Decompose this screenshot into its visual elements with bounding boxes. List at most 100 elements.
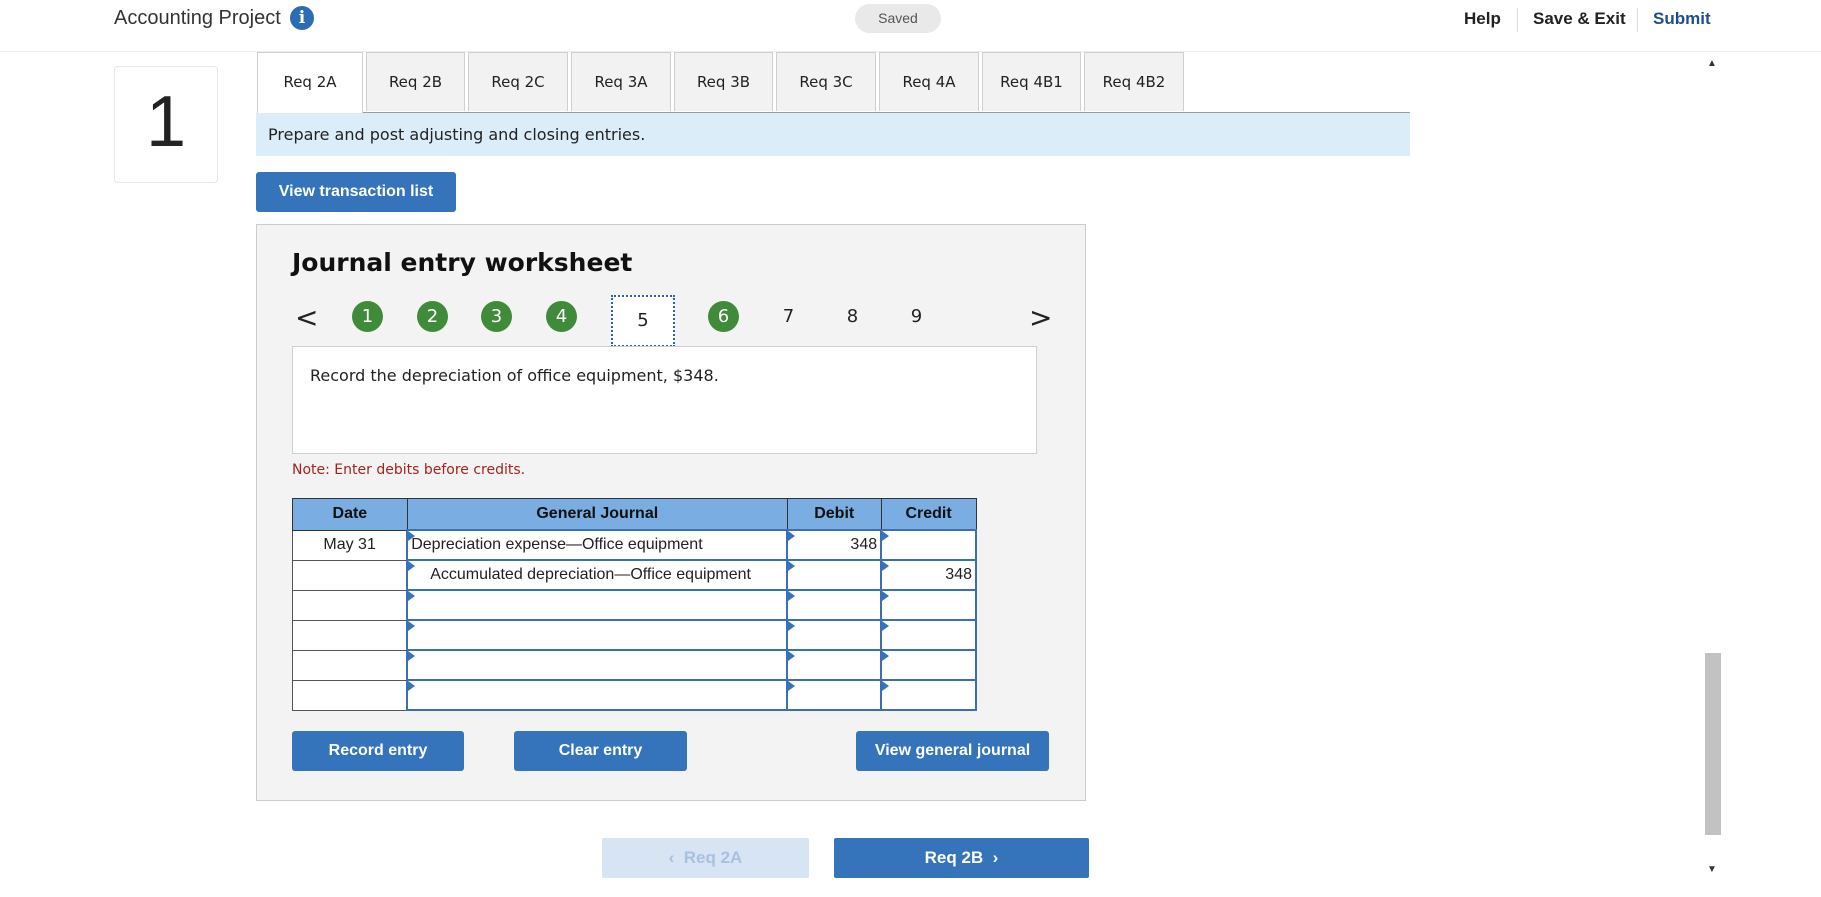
table-row xyxy=(292,589,977,621)
debit-value: 348 xyxy=(850,536,878,553)
table-row xyxy=(292,679,977,711)
tab-req-4a[interactable]: Req 4A xyxy=(879,52,979,111)
transaction-description-text: Record the depreciation of office equipm… xyxy=(310,366,719,385)
save-exit-link[interactable]: Save & Exit xyxy=(1533,9,1626,29)
credit-cell[interactable]: 348 xyxy=(880,559,977,591)
tab-req-3b[interactable]: Req 3B xyxy=(674,52,773,111)
input-indicator-icon xyxy=(882,561,890,571)
date-cell[interactable] xyxy=(292,589,408,621)
step-1[interactable]: 1 xyxy=(352,301,383,332)
tab-req-4b2[interactable]: Req 4B2 xyxy=(1084,52,1184,111)
step-5-current[interactable]: 5 xyxy=(611,295,675,347)
prev-requirement-label: Req 2A xyxy=(683,848,743,867)
input-indicator-icon xyxy=(882,531,890,541)
top-bar: Accounting Project i Saved Help Save & E… xyxy=(0,0,1821,52)
account-cell[interactable] xyxy=(406,649,789,681)
info-icon[interactable]: i xyxy=(290,6,314,30)
table-row: May 31 Depreciation expense—Office equip… xyxy=(292,529,977,561)
debit-cell[interactable] xyxy=(786,619,883,651)
input-indicator-icon xyxy=(788,681,796,691)
step-8[interactable]: 8 xyxy=(837,301,868,332)
saved-status-badge: Saved xyxy=(855,4,941,33)
chevron-right-icon[interactable]: > xyxy=(1029,301,1052,334)
general-journal-column-header: General Journal xyxy=(406,498,788,531)
input-indicator-icon xyxy=(788,561,796,571)
credit-cell[interactable] xyxy=(880,679,977,711)
tab-req-2b[interactable]: Req 2B xyxy=(366,52,465,111)
input-indicator-icon xyxy=(788,621,796,631)
debit-column-header: Debit xyxy=(786,498,882,531)
step-2[interactable]: 2 xyxy=(417,301,448,332)
dropdown-indicator-icon xyxy=(408,681,416,691)
credit-cell[interactable] xyxy=(880,619,977,651)
scroll-up-icon[interactable]: ▲ xyxy=(1707,58,1717,69)
scroll-down-icon[interactable]: ▼ xyxy=(1707,864,1717,875)
worksheet-title: Journal entry worksheet xyxy=(292,248,633,277)
debit-cell[interactable] xyxy=(786,589,883,621)
table-row xyxy=(292,619,977,651)
date-cell[interactable] xyxy=(292,559,408,591)
account-cell[interactable]: Depreciation expense—Office equipment xyxy=(406,529,789,561)
instruction-bar: Prepare and post adjusting and closing e… xyxy=(256,113,1410,156)
scrollbar-thumb[interactable] xyxy=(1705,653,1721,835)
dropdown-indicator-icon xyxy=(408,651,416,661)
debit-cell[interactable] xyxy=(786,649,883,681)
divider xyxy=(1517,8,1518,32)
credit-cell[interactable] xyxy=(880,529,977,561)
next-requirement-label: Req 2B xyxy=(924,848,984,867)
debit-cell[interactable]: 348 xyxy=(786,529,883,561)
step-7[interactable]: 7 xyxy=(773,301,804,332)
chevron-left-icon: ‹ xyxy=(668,848,684,867)
table-row xyxy=(292,649,977,681)
question-number: 1 xyxy=(145,82,187,162)
input-indicator-icon xyxy=(882,621,890,631)
view-transaction-list-button[interactable]: View transaction list xyxy=(256,172,456,212)
account-cell[interactable] xyxy=(406,619,789,651)
account-cell[interactable] xyxy=(406,589,789,621)
tab-req-3c[interactable]: Req 3C xyxy=(776,52,876,111)
table-header-row: Date General Journal Debit Credit xyxy=(292,498,977,531)
debit-cell[interactable] xyxy=(786,559,883,591)
divider xyxy=(1637,8,1638,32)
view-general-journal-button[interactable]: View general journal xyxy=(856,731,1049,771)
credit-cell[interactable] xyxy=(880,589,977,621)
input-indicator-icon xyxy=(788,651,796,661)
tab-req-2c[interactable]: Req 2C xyxy=(468,52,568,111)
account-name: Depreciation expense—Office equipment xyxy=(411,536,703,553)
account-cell[interactable] xyxy=(406,679,789,711)
date-cell[interactable] xyxy=(292,679,408,711)
input-indicator-icon xyxy=(882,651,890,661)
record-entry-button[interactable]: Record entry xyxy=(292,731,464,771)
next-requirement-button[interactable]: Req 2B › xyxy=(834,838,1089,878)
chevron-right-icon: › xyxy=(983,848,999,867)
credit-column-header: Credit xyxy=(880,498,977,531)
input-indicator-icon xyxy=(882,681,890,691)
help-link[interactable]: Help xyxy=(1464,9,1501,29)
date-cell[interactable]: May 31 xyxy=(292,529,408,561)
dropdown-indicator-icon xyxy=(408,561,416,571)
tab-req-3a[interactable]: Req 3A xyxy=(571,52,671,111)
step-3[interactable]: 3 xyxy=(481,301,512,332)
step-6[interactable]: 6 xyxy=(708,301,739,332)
entry-note: Note: Enter debits before credits. xyxy=(292,462,526,478)
debit-cell[interactable] xyxy=(786,679,883,711)
chevron-left-icon[interactable]: < xyxy=(295,301,318,334)
step-4[interactable]: 4 xyxy=(546,301,577,332)
input-indicator-icon xyxy=(788,591,796,601)
submit-link[interactable]: Submit xyxy=(1653,9,1711,29)
journal-table: Date General Journal Debit Credit May 31… xyxy=(292,498,977,711)
date-cell[interactable] xyxy=(292,619,408,651)
tab-req-4b1[interactable]: Req 4B1 xyxy=(982,52,1081,111)
date-cell[interactable] xyxy=(292,649,408,681)
tab-req-2a[interactable]: Req 2A xyxy=(257,52,363,113)
dropdown-indicator-icon xyxy=(408,621,416,631)
credit-cell[interactable] xyxy=(880,649,977,681)
account-cell[interactable]: Accumulated depreciation—Office equipmen… xyxy=(406,559,789,591)
prev-requirement-button[interactable]: ‹ Req 2A xyxy=(602,838,809,878)
input-indicator-icon xyxy=(788,531,796,541)
step-9[interactable]: 9 xyxy=(901,301,932,332)
credit-value: 348 xyxy=(945,566,972,583)
dropdown-indicator-icon xyxy=(408,531,416,541)
question-number-box: 1 xyxy=(114,66,218,183)
clear-entry-button[interactable]: Clear entry xyxy=(514,731,687,771)
